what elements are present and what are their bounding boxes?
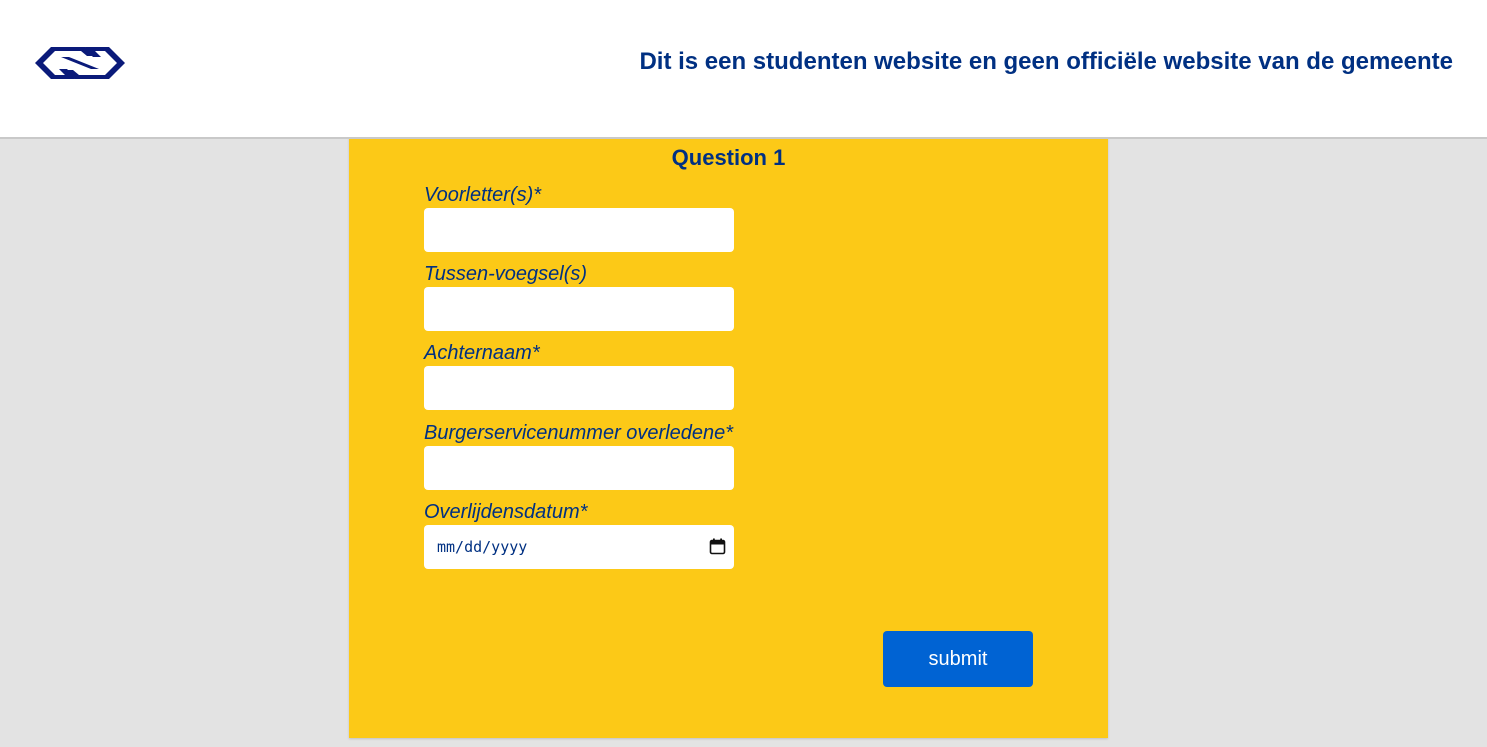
date-placeholder: mm/dd/yyyy [437, 538, 528, 556]
question-title: Question 1 [671, 145, 786, 170]
infix-label: Tussen-voegsel(s) [424, 263, 588, 285]
bsn-input[interactable] [424, 446, 734, 490]
surname-input[interactable] [424, 366, 734, 410]
infix-input[interactable] [424, 287, 734, 331]
submit-button[interactable]: submit [883, 631, 1033, 687]
calendar-icon[interactable] [709, 538, 726, 555]
initials-input[interactable] [424, 208, 734, 252]
site-header: Dit is een studenten website en geen off… [0, 0, 1487, 139]
ns-logo-icon[interactable] [35, 44, 125, 82]
disclaimer-text: Dit is een studenten website en geen off… [639, 48, 1453, 75]
bsn-label: Burgerservicenummer overledene* [424, 422, 734, 444]
initials-label: Voorletter(s)* [424, 184, 542, 206]
death-date-input[interactable]: mm/dd/yyyy [424, 525, 734, 569]
death-date-label: Overlijdensdatum* [424, 501, 588, 523]
surname-label: Achternaam* [424, 342, 540, 364]
question-panel: Question 1 Voorletter(s)* Tussen-voegsel… [349, 137, 1108, 738]
